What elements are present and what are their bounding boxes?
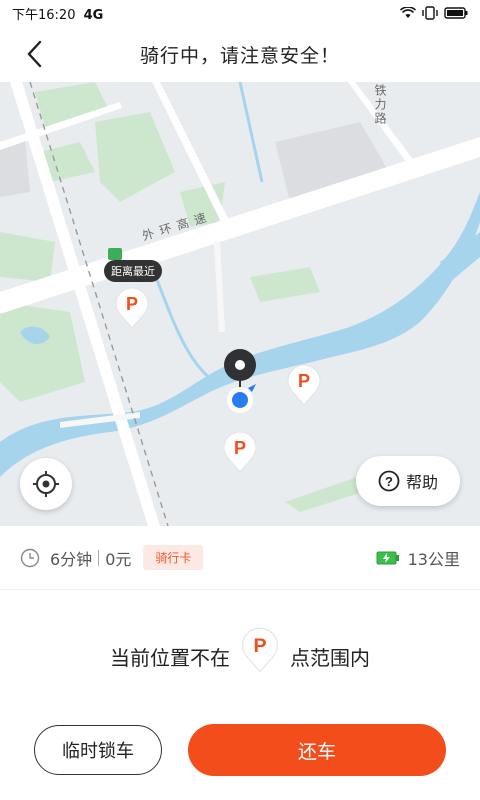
parking-notice: 当前位置不在 P 点范围内 bbox=[0, 626, 480, 686]
header: 骑行中，请注意安全！ bbox=[0, 26, 480, 82]
parking-marker-icon: P bbox=[287, 364, 321, 406]
ride-cost: 0元 bbox=[105, 549, 132, 569]
riding-card-badge[interactable]: 骑行卡 bbox=[143, 545, 204, 570]
current-position-icon bbox=[227, 384, 256, 413]
crosshair-icon bbox=[33, 471, 59, 497]
subway-icon bbox=[108, 248, 122, 260]
locate-button[interactable] bbox=[20, 458, 72, 510]
notice-before: 当前位置不在 bbox=[110, 645, 230, 670]
range-indicator: 13公里 bbox=[376, 546, 460, 570]
vibrate-icon bbox=[422, 6, 438, 20]
road-label-vertical: 铁力路 bbox=[373, 84, 387, 126]
svg-text:?: ? bbox=[385, 474, 393, 489]
separator bbox=[98, 549, 100, 566]
battery-charge-icon bbox=[376, 551, 399, 564]
map-view[interactable]: 铁力路 外环高速 距离最近 P P P ? 帮助 bbox=[0, 82, 480, 526]
remaining-range: 13公里 bbox=[407, 549, 460, 569]
chevron-left-icon bbox=[27, 40, 42, 68]
svg-text:P: P bbox=[126, 294, 138, 314]
notice-after: 点范围内 bbox=[290, 645, 370, 670]
help-button[interactable]: ? 帮助 bbox=[356, 456, 460, 506]
question-icon: ? bbox=[378, 470, 400, 492]
return-bike-button[interactable]: 还车 bbox=[188, 724, 446, 776]
clock-text: 下午16:20 bbox=[12, 7, 76, 23]
parking-marker-icon: P bbox=[223, 431, 257, 473]
status-bar: 下午16:20 4G bbox=[0, 0, 480, 26]
status-time: 下午16:20 4G bbox=[12, 4, 103, 23]
parking-marker-icon: P bbox=[115, 287, 149, 329]
parking-pin[interactable]: P bbox=[114, 286, 150, 330]
network-type: 4G bbox=[83, 7, 104, 23]
svg-text:P: P bbox=[298, 371, 310, 391]
clock-icon bbox=[20, 548, 40, 567]
battery-status-icon bbox=[444, 7, 468, 19]
ride-info-bar: 6分钟 0元 骑行卡 13公里 bbox=[0, 526, 480, 590]
parking-pin[interactable]: P bbox=[222, 430, 258, 474]
parking-marker-icon: P bbox=[241, 627, 279, 673]
svg-text:P: P bbox=[234, 438, 246, 458]
temporary-lock-button[interactable]: 临时锁车 bbox=[34, 725, 162, 775]
back-button[interactable] bbox=[14, 34, 54, 74]
nearest-tag: 距离最近 bbox=[104, 260, 162, 282]
svg-text:P: P bbox=[253, 635, 266, 657]
page-title: 骑行中，请注意安全！ bbox=[139, 44, 340, 67]
parking-pin[interactable]: P bbox=[286, 363, 322, 407]
ride-duration: 6分钟 bbox=[50, 549, 93, 569]
help-label: 帮助 bbox=[405, 473, 438, 492]
wifi-icon bbox=[400, 7, 416, 18]
